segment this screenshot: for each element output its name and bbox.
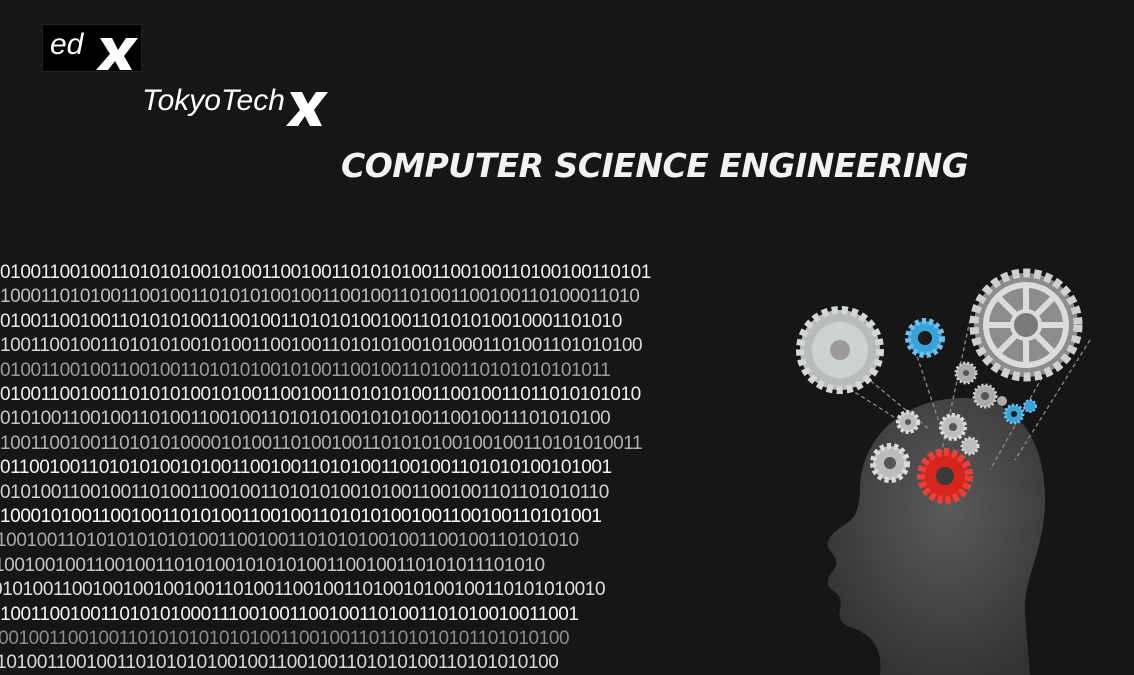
gear-icon xyxy=(969,268,1083,382)
binary-row: 1000110101001100100110101010010011001001… xyxy=(0,286,640,308)
gear-icon xyxy=(905,318,945,358)
binary-row: 0101001100100110100110010011010101001010… xyxy=(0,481,609,503)
binary-code-background: 0100110010011010101001010011001001101010… xyxy=(0,262,760,675)
svg-text:TokyoTech: TokyoTech xyxy=(142,84,285,117)
head-silhouette-icon xyxy=(827,397,1045,675)
head-with-gears-illustration xyxy=(796,268,1091,675)
binary-row: 1001001100100110101010101010011001001101… xyxy=(0,628,570,649)
binary-row: 0100110010011010101001100100110101010010… xyxy=(0,310,622,332)
gear-icon xyxy=(1003,403,1025,425)
binary-row: 0100110010011010101000111001001100100110… xyxy=(0,603,579,625)
gear-icon xyxy=(960,436,980,456)
tokyotechx-logo: TokyoTech xyxy=(138,70,338,130)
binary-row: 1001100100110101010010100110010011010101… xyxy=(0,335,643,357)
binary-row: 0110010011010101001010011001001101010011… xyxy=(0,457,612,479)
gear-icon xyxy=(896,410,920,434)
gear-icon xyxy=(954,361,978,385)
edx-logo: ed xyxy=(42,24,142,72)
course-title: COMPUTER SCIENCE ENGINEERING xyxy=(341,146,969,185)
gear-icon xyxy=(972,383,998,409)
gear-icon xyxy=(997,396,1007,406)
binary-row: 0100110010011001001101010100101001100100… xyxy=(0,359,611,381)
banner: ed TokyoTech COMPUTER SCIENCE ENGINEERIN… xyxy=(0,0,1134,675)
binary-row: 0101001100100100100100110100110010011010… xyxy=(0,579,606,601)
binary-row: 0101001100100110100110010011010101001010… xyxy=(0,408,611,430)
gear-icon xyxy=(917,448,973,504)
tokyotechx-logo-mark: TokyoTech xyxy=(142,84,328,126)
svg-text:ed: ed xyxy=(50,28,85,61)
gear-icon xyxy=(870,443,910,483)
binary-row: 1000101001100100110101001100100110101010… xyxy=(0,506,602,527)
binary-row: 0100110010011010101001010011001001101010… xyxy=(0,384,641,405)
binary-row: 0100110010011010101001010011001001101010… xyxy=(0,262,651,283)
binary-row: 1001100100110101010000101001101001001101… xyxy=(0,432,643,454)
gear-icon xyxy=(796,306,884,394)
gear-icon xyxy=(939,413,967,441)
binary-row: 1001001101010101010100110010011010101001… xyxy=(0,530,579,552)
binary-row: 0101001100100110101010100100110010011010… xyxy=(0,652,559,674)
binary-row: 1001001001100100110101001010101001100100… xyxy=(0,554,545,576)
edx-logo-mark: ed xyxy=(50,28,138,70)
gear-icon xyxy=(1023,399,1037,413)
